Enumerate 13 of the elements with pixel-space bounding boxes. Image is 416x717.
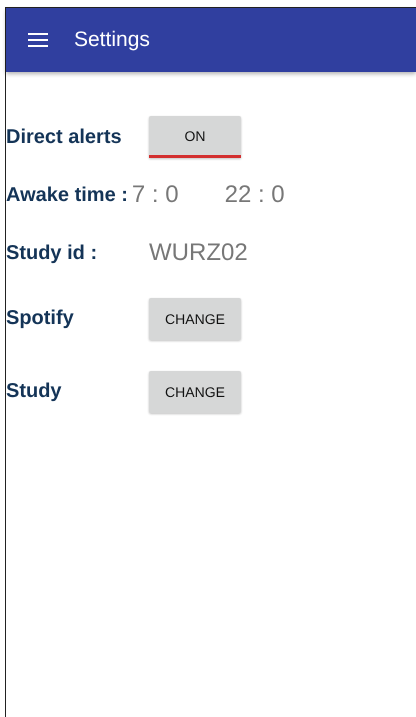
end-time[interactable]: 22 : 0 [224, 181, 285, 209]
study-id-value: WURZ02 [149, 239, 248, 267]
toggle-button[interactable]: ON [149, 116, 241, 158]
setting-label: Study id : [6, 242, 98, 264]
setting-label: Direct alerts [6, 126, 123, 148]
start-time[interactable]: 7 : 0 [132, 181, 179, 209]
setting-label: Awake time : [6, 184, 128, 206]
change-button[interactable]: CHANGE [149, 298, 241, 340]
change-button[interactable]: CHANGE [149, 370, 241, 412]
screen-title: Settings [74, 28, 150, 52]
setting-label: Spotify [6, 307, 75, 330]
menu-icon[interactable] [28, 32, 48, 48]
setting-label: Study [6, 380, 63, 403]
